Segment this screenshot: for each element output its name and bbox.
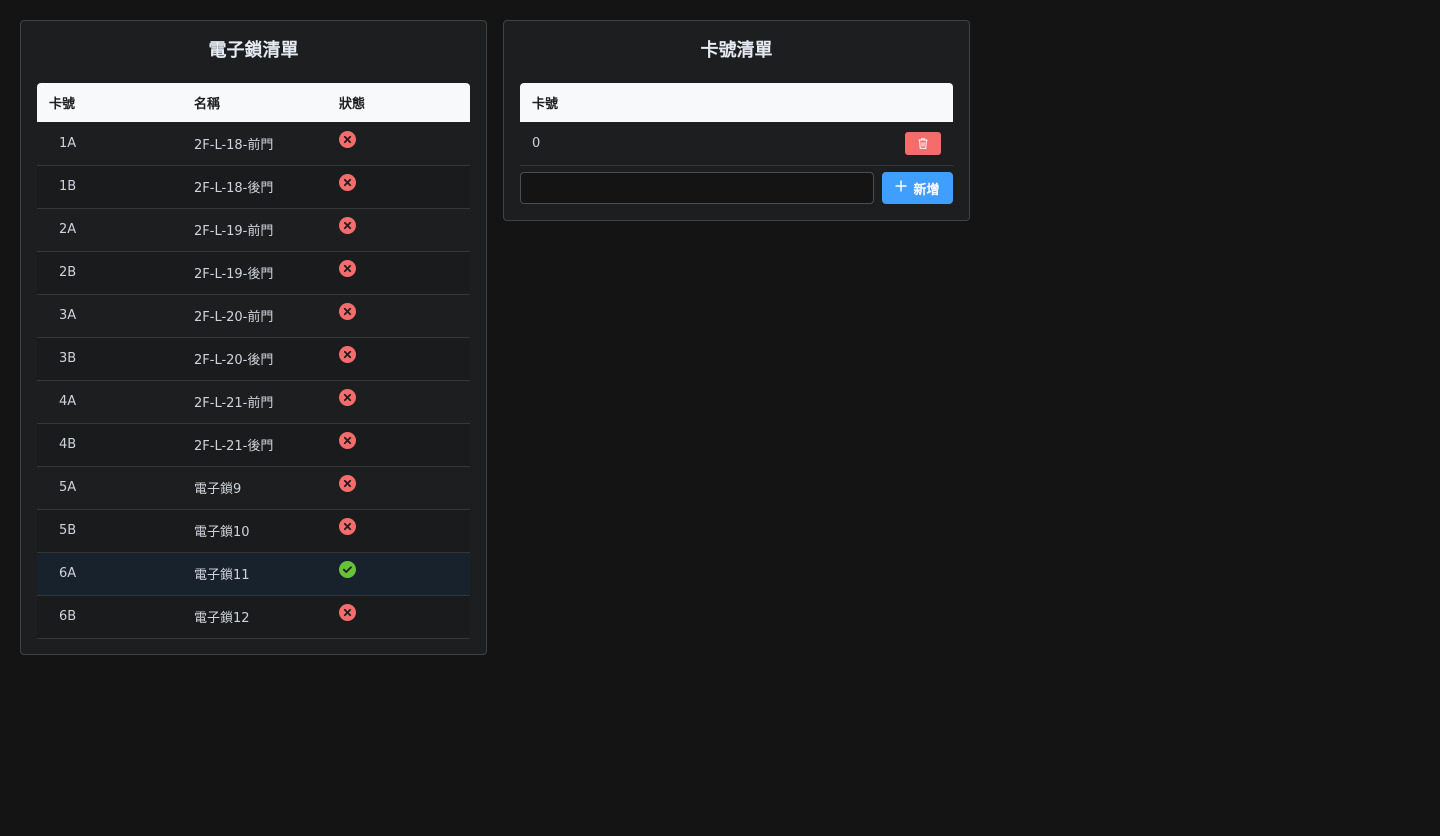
- table-row: 4A 2F-L-21-前門: [37, 380, 470, 423]
- table-row: 3A 2F-L-20-前門: [37, 294, 470, 337]
- card-table-header: 卡號: [520, 83, 953, 122]
- lock-status: [327, 595, 470, 638]
- lock-table: 卡號 名稱 狀態 1A 2F-L-18-前門 1B 2F-L-18-後門 2A 2F-L-…: [37, 83, 470, 639]
- table-row: 6A 電子鎖11: [37, 552, 470, 595]
- plus-icon: [895, 180, 907, 196]
- card-number: 0: [532, 135, 541, 151]
- close-circle-icon: [339, 518, 356, 535]
- lock-table-header: 卡號 名稱 狀態: [37, 83, 470, 122]
- lock-card-number: 2B: [59, 265, 77, 280]
- lock-list-panel: 電子鎖清單 卡號 名稱 狀態 1A 2F-L-18-前門 1B 2F-L-18-後門 2…: [20, 20, 487, 655]
- table-row: 1A 2F-L-18-前門: [37, 122, 470, 165]
- lock-card-number: 1A: [59, 135, 77, 151]
- card-table: 卡號 0: [520, 83, 953, 166]
- header-action-blank: [880, 83, 953, 122]
- close-circle-icon: [339, 604, 356, 621]
- lock-card-number: 2A: [59, 222, 77, 237]
- lock-card-number: 6A: [59, 566, 77, 581]
- close-circle-icon: [339, 174, 356, 191]
- lock-card-number: 3A: [59, 308, 77, 323]
- lock-status: [327, 423, 470, 466]
- lock-name: 2F-L-19-前門: [194, 224, 274, 239]
- lock-status: [327, 509, 470, 552]
- check-circle-icon: [339, 561, 356, 578]
- table-row: 0: [520, 122, 953, 165]
- table-row: 3B 2F-L-20-後門: [37, 337, 470, 380]
- lock-card-number: 5B: [59, 523, 77, 538]
- table-row: 2B 2F-L-19-後門: [37, 251, 470, 294]
- lock-name: 電子鎖11: [194, 568, 250, 583]
- lock-name: 2F-L-21-後門: [194, 439, 274, 454]
- lock-card-number: 5A: [59, 480, 77, 495]
- lock-card-number: 6B: [59, 609, 77, 624]
- table-row: 1B 2F-L-18-後門: [37, 165, 470, 208]
- close-circle-icon: [339, 346, 356, 363]
- card-number-input[interactable]: [520, 172, 874, 204]
- header-status: 狀態: [339, 97, 366, 112]
- lock-name: 2F-L-20-後門: [194, 353, 274, 368]
- card-list-panel: 卡號清單 卡號 0 新增: [503, 20, 970, 221]
- lock-name: 電子鎖12: [194, 611, 250, 626]
- lock-card-number: 4B: [59, 437, 77, 452]
- table-row: 5B 電子鎖10: [37, 509, 470, 552]
- lock-status: [327, 337, 470, 380]
- lock-name: 電子鎖10: [194, 525, 250, 540]
- lock-card-number: 3B: [59, 351, 77, 366]
- close-circle-icon: [339, 475, 356, 492]
- lock-name: 2F-L-18-前門: [194, 137, 274, 153]
- close-circle-icon: [339, 217, 356, 234]
- header-card: 卡號: [532, 97, 559, 112]
- lock-status: [327, 380, 470, 423]
- lock-status: [327, 165, 470, 208]
- close-circle-icon: [339, 432, 356, 449]
- lock-status: [327, 251, 470, 294]
- table-row: 6B 電子鎖12: [37, 595, 470, 638]
- close-circle-icon: [339, 260, 356, 277]
- add-card-row: 新增: [520, 172, 953, 204]
- lock-card-number: 4A: [59, 394, 77, 409]
- lock-name: 2F-L-19-後門: [194, 267, 274, 282]
- lock-status: [327, 552, 470, 595]
- close-circle-icon: [339, 130, 356, 148]
- lock-status: [327, 208, 470, 251]
- card-actions: [880, 122, 953, 165]
- add-button-label: 新增: [913, 182, 940, 198]
- lock-name: 2F-L-21-前門: [194, 396, 274, 411]
- lock-status: [327, 294, 470, 337]
- header-card-number: 卡號: [49, 97, 76, 112]
- table-row: 4B 2F-L-21-後門: [37, 423, 470, 466]
- delete-card-button[interactable]: [905, 131, 941, 155]
- card-list-title: 卡號清單: [700, 40, 773, 61]
- lock-status: [327, 466, 470, 509]
- lock-list-title: 電子鎖清單: [208, 40, 299, 61]
- close-circle-icon: [339, 303, 356, 320]
- close-circle-icon: [339, 389, 356, 406]
- header-name: 名稱: [194, 97, 221, 112]
- table-row: 2A 2F-L-19-前門: [37, 208, 470, 251]
- lock-status: [327, 122, 470, 165]
- lock-name: 電子鎖9: [194, 482, 242, 497]
- lock-card-number: 1B: [59, 179, 77, 194]
- lock-name: 2F-L-18-後門: [194, 181, 274, 196]
- add-button[interactable]: 新增: [882, 172, 953, 204]
- table-row: 5A 電子鎖9: [37, 466, 470, 509]
- lock-name: 2F-L-20-前門: [194, 310, 274, 325]
